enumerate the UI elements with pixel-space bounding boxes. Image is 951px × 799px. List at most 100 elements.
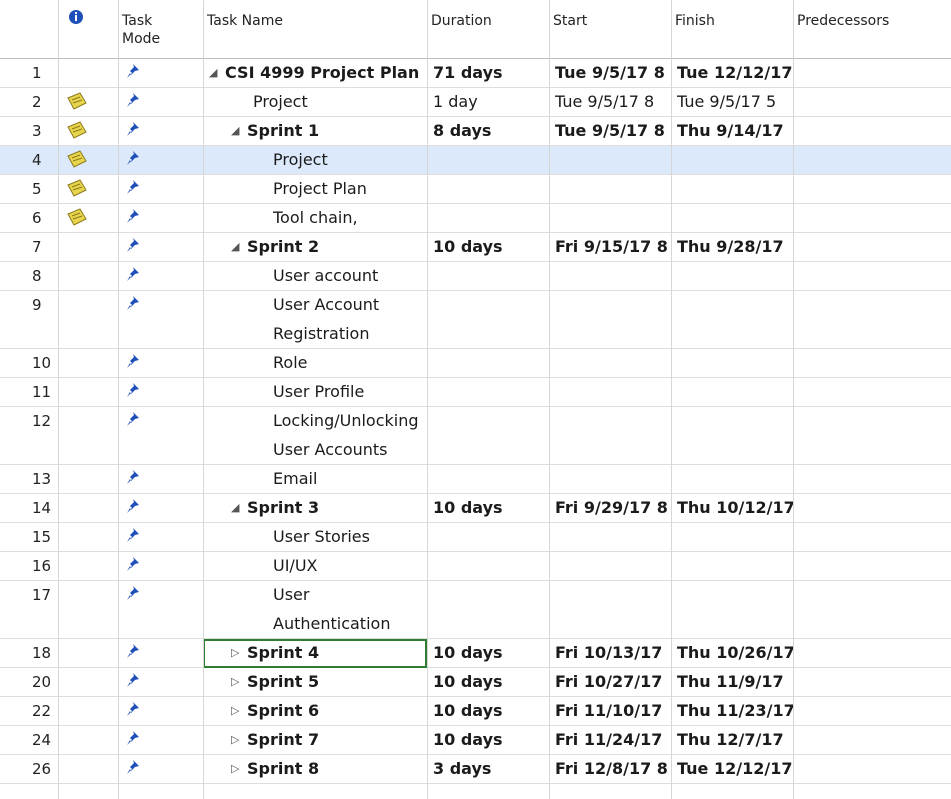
pushpin-icon[interactable] xyxy=(124,556,142,574)
duration-cell[interactable]: 10 days xyxy=(433,237,545,256)
triangle-expanded-icon[interactable]: ◢ xyxy=(231,501,239,514)
table-row[interactable] xyxy=(0,407,951,465)
pushpin-icon[interactable] xyxy=(124,266,142,284)
table-row[interactable] xyxy=(0,523,951,552)
row-number[interactable]: 26 xyxy=(0,760,58,778)
table-row[interactable] xyxy=(0,465,951,494)
finish-cell[interactable]: Thu 10/26/17 xyxy=(677,643,793,662)
pushpin-icon[interactable] xyxy=(124,672,142,690)
row-number[interactable]: 14 xyxy=(0,499,58,517)
pushpin-icon[interactable] xyxy=(124,585,142,603)
note-icon[interactable] xyxy=(66,92,88,110)
task-name-cell[interactable]: Locking/Unlocking xyxy=(273,411,425,430)
start-cell[interactable]: Fri 9/15/17 8 xyxy=(555,237,671,256)
pushpin-icon[interactable] xyxy=(124,295,142,313)
note-icon[interactable] xyxy=(66,179,88,197)
row-number[interactable]: 1 xyxy=(0,64,58,82)
triangle-collapsed-icon[interactable]: ▷ xyxy=(231,704,239,717)
row-number[interactable]: 13 xyxy=(0,470,58,488)
finish-cell[interactable]: Thu 9/28/17 xyxy=(677,237,793,256)
duration-cell[interactable]: 10 days xyxy=(433,498,545,517)
table-row[interactable] xyxy=(0,175,951,204)
duration-header[interactable]: Duration xyxy=(427,0,549,58)
pushpin-icon[interactable] xyxy=(124,208,142,226)
finish-cell[interactable]: Tue 12/12/17 xyxy=(677,759,793,778)
start-cell[interactable]: Fri 11/24/17 xyxy=(555,730,671,749)
note-icon[interactable] xyxy=(66,208,88,226)
task-name-cell[interactable]: Sprint 6 xyxy=(247,701,425,720)
task-name-cell[interactable]: Role xyxy=(273,353,425,372)
start-cell[interactable]: Tue 9/5/17 8 xyxy=(555,121,671,140)
row-number[interactable]: 5 xyxy=(0,180,58,198)
row-number[interactable]: 11 xyxy=(0,383,58,401)
task-name-cell[interactable]: Tool chain, xyxy=(273,208,425,227)
duration-cell[interactable]: 10 days xyxy=(433,730,545,749)
task-name-header[interactable]: Task Name xyxy=(203,0,427,58)
table-row[interactable] xyxy=(0,581,951,639)
triangle-collapsed-icon[interactable]: ▷ xyxy=(231,762,239,775)
note-icon[interactable] xyxy=(66,121,88,139)
table-row[interactable] xyxy=(0,552,951,581)
task-name-cell[interactable]: User account xyxy=(273,266,425,285)
start-header[interactable]: Start xyxy=(549,0,671,58)
row-number[interactable]: 7 xyxy=(0,238,58,256)
row-number[interactable]: 22 xyxy=(0,702,58,720)
duration-cell[interactable]: 1 day xyxy=(433,92,545,111)
triangle-expanded-icon[interactable]: ◢ xyxy=(231,124,239,137)
row-number[interactable]: 16 xyxy=(0,557,58,575)
pushpin-icon[interactable] xyxy=(124,150,142,168)
row-number[interactable]: 18 xyxy=(0,644,58,662)
pushpin-icon[interactable] xyxy=(124,730,142,748)
start-cell[interactable]: Fri 12/8/17 8 xyxy=(555,759,671,778)
info-column-header[interactable] xyxy=(58,0,116,58)
table-row[interactable] xyxy=(0,378,951,407)
finish-cell[interactable]: Tue 9/5/17 5 xyxy=(677,92,793,111)
pushpin-icon[interactable] xyxy=(124,237,142,255)
predecessors-header[interactable]: Predecessors xyxy=(793,0,951,58)
pushpin-icon[interactable] xyxy=(124,63,142,81)
task-name-cell[interactable]: Project xyxy=(273,150,425,169)
task-name-cell[interactable]: Project Plan xyxy=(273,179,425,198)
empty-row[interactable] xyxy=(0,784,951,799)
task-name-cell[interactable]: User Account xyxy=(273,295,425,314)
finish-cell[interactable]: Thu 9/14/17 xyxy=(677,121,793,140)
row-number[interactable]: 10 xyxy=(0,354,58,372)
pushpin-icon[interactable] xyxy=(124,382,142,400)
task-name-cell[interactable]: Email xyxy=(273,469,425,488)
finish-cell[interactable]: Thu 11/9/17 xyxy=(677,672,793,691)
table-row[interactable] xyxy=(0,204,951,233)
task-name-cell[interactable]: Sprint 7 xyxy=(247,730,425,749)
finish-cell[interactable]: Thu 11/23/17 xyxy=(677,701,793,720)
row-number[interactable]: 24 xyxy=(0,731,58,749)
row-number[interactable]: 8 xyxy=(0,267,58,285)
pushpin-icon[interactable] xyxy=(124,179,142,197)
row-number[interactable]: 6 xyxy=(0,209,58,227)
triangle-collapsed-icon[interactable]: ▷ xyxy=(231,675,239,688)
row-number[interactable]: 2 xyxy=(0,93,58,111)
row-number[interactable]: 12 xyxy=(0,412,58,430)
pushpin-icon[interactable] xyxy=(124,643,142,661)
task-name-cell[interactable]: Project xyxy=(253,92,425,111)
duration-cell[interactable]: 10 days xyxy=(433,643,545,662)
finish-cell[interactable]: Thu 12/7/17 xyxy=(677,730,793,749)
duration-cell[interactable]: 71 days xyxy=(433,63,545,82)
pushpin-icon[interactable] xyxy=(124,498,142,516)
finish-cell[interactable]: Tue 12/12/17 xyxy=(677,63,793,82)
task-name-cell[interactable]: Sprint 5 xyxy=(247,672,425,691)
start-cell[interactable]: Fri 10/27/17 xyxy=(555,672,671,691)
task-name-cell[interactable]: CSI 4999 Project Plan xyxy=(225,63,425,82)
table-row[interactable] xyxy=(0,291,951,349)
finish-header[interactable]: Finish xyxy=(671,0,793,58)
pushpin-icon[interactable] xyxy=(124,92,142,110)
task-mode-header[interactable]: Task Mode xyxy=(118,0,204,58)
table-row[interactable] xyxy=(0,262,951,291)
table-row[interactable] xyxy=(0,146,951,175)
row-number[interactable]: 15 xyxy=(0,528,58,546)
task-name-cell[interactable]: User Stories xyxy=(273,527,425,546)
row-number[interactable]: 4 xyxy=(0,151,58,169)
finish-cell[interactable]: Thu 10/12/17 xyxy=(677,498,793,517)
start-cell[interactable]: Tue 9/5/17 8 xyxy=(555,92,671,111)
triangle-expanded-icon[interactable]: ◢ xyxy=(209,66,217,79)
row-number[interactable]: 3 xyxy=(0,122,58,140)
table-row[interactable] xyxy=(0,349,951,378)
